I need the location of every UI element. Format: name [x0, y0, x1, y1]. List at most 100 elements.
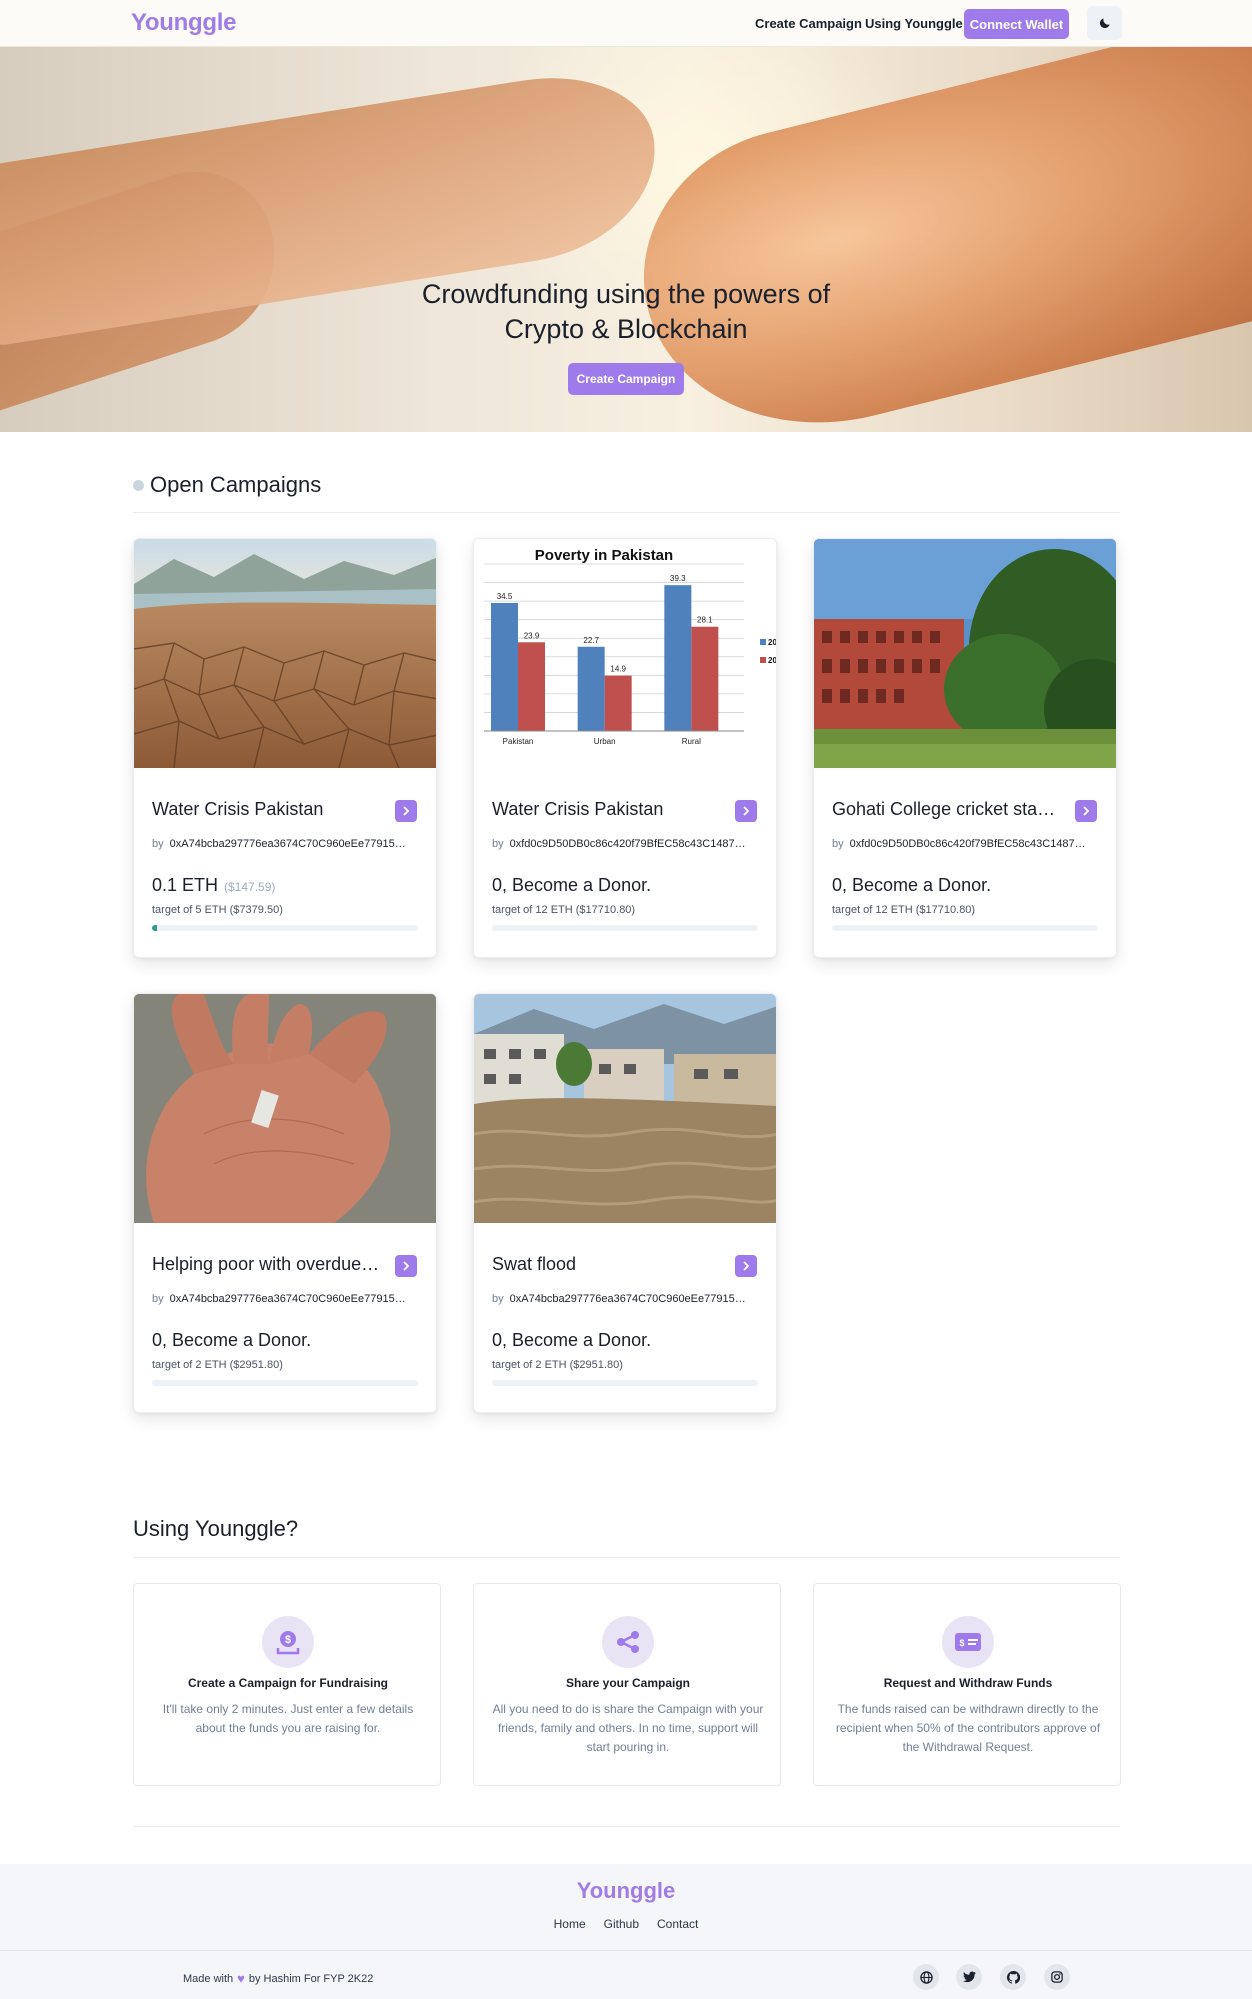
github-icon[interactable] — [1000, 1964, 1026, 1990]
open-campaigns-heading: Open Campaigns — [133, 472, 321, 498]
by-label: by — [492, 838, 504, 850]
section-divider — [133, 1557, 1120, 1558]
campaign-card[interactable]: Poverty in Pakistan 34.5 23.9 Pakistan 22.7… — [473, 538, 777, 958]
creator-address: 0xfd0c9D50DB0c86c420f79BfEC58c43C1487… — [509, 838, 746, 850]
creator-address: 0xA74bcba297776ea3674C70C960eEe77915… — [169, 1293, 406, 1305]
theme-toggle-button[interactable] — [1087, 6, 1122, 40]
chart-data-label: 28.1 — [697, 616, 713, 625]
section-divider — [133, 512, 1120, 513]
open-campaign-button[interactable] — [1075, 800, 1097, 822]
svg-text:$: $ — [959, 1638, 964, 1648]
feature-card-share: Share your Campaign All you need to do i… — [473, 1583, 781, 1786]
campaign-title[interactable]: Water Crisis Pakistan — [492, 799, 722, 820]
open-campaign-button[interactable] — [735, 1255, 757, 1277]
chart-title: Poverty in Pakistan — [535, 547, 673, 564]
twitter-icon[interactable] — [956, 1964, 982, 1990]
campaign-target: target of 12 ETH ($17710.80) — [492, 904, 636, 916]
footer-divider — [0, 1950, 1252, 1951]
chart-data-label: 39.3 — [670, 574, 686, 583]
campaign-creator: by 0xfd0c9D50DB0c86c420f79BfEC58c43C1487… — [832, 838, 1100, 850]
using-younggle-heading: Using Younggle? — [133, 1516, 299, 1541]
amount-raised: 0, Become a Donor. — [492, 1330, 652, 1350]
campaign-title[interactable]: Swat flood — [492, 1254, 722, 1275]
bullet-dot — [133, 479, 144, 491]
campaign-creator: by 0xfd0c9D50DB0c86c420f79BfEC58c43C1487… — [492, 838, 760, 850]
chart-legend-swatch — [760, 657, 766, 663]
campaign-card[interactable]: Water Crisis Pakistan by 0xA74bcba297776e… — [133, 538, 437, 958]
feature-description: All you need to do is share the Campaign… — [492, 1702, 764, 1754]
footer-link-github[interactable]: Github — [604, 1917, 639, 1931]
hero-create-campaign-button[interactable]: Create Campaign — [568, 363, 684, 395]
chevron-right-icon — [1083, 806, 1090, 816]
footer-links: Home Github Contact — [0, 1917, 1252, 1931]
nav-link-using-younggle[interactable]: Using Younggle — [865, 16, 963, 31]
nav-link-create-campaign[interactable]: Create Campaign — [755, 16, 862, 31]
hero-title-line-1: Crowdfunding using the powers of — [421, 279, 831, 309]
chart-category-label: Pakistan — [503, 737, 534, 746]
campaign-image-hand-holding-coin — [134, 994, 436, 1223]
by-label: by — [492, 1293, 504, 1305]
footer-credit: Made with ♥ by Hashim For FYP 2K22 — [183, 1971, 373, 1986]
footer-link-home[interactable]: Home — [554, 1917, 586, 1931]
open-campaign-button[interactable] — [735, 800, 757, 822]
campaign-creator: by 0xA74bcba297776ea3674C70C960eEe77915… — [152, 838, 420, 850]
campaign-target: target of 5 ETH ($7379.50) — [152, 904, 283, 916]
campaign-progress-bar — [492, 925, 758, 931]
campaign-card[interactable]: Helping poor with overdue … by 0xA74bcba2… — [133, 993, 437, 1413]
footer-brand[interactable]: Younggle — [0, 1878, 1252, 1904]
open-campaign-button[interactable] — [395, 800, 417, 822]
campaign-target: target of 2 ETH ($2951.80) — [492, 1359, 623, 1371]
campaign-amount: 0, Become a Donor. — [492, 875, 657, 896]
connect-wallet-button[interactable]: Connect Wallet — [964, 9, 1069, 39]
campaign-progress-bar — [152, 925, 418, 931]
campaign-title[interactable]: Helping poor with overdue … — [152, 1254, 382, 1275]
globe-icon[interactable] — [913, 1964, 939, 1990]
amount-raised: 0, Become a Donor. — [492, 875, 652, 895]
hero-banner: Crowdfunding using the powers of Crypto … — [0, 47, 1252, 432]
campaign-progress-bar — [492, 1380, 758, 1386]
feature-description: It'll take only 2 minutes. Just enter a … — [162, 1702, 414, 1735]
dollar-upload-icon: $ — [262, 1616, 314, 1668]
chart-legend-swatch — [760, 639, 766, 645]
instagram-icon[interactable] — [1044, 1964, 1070, 1990]
navbar: Younggle Create Campaign Using Younggle … — [0, 0, 1252, 47]
campaign-title[interactable]: Water Crisis Pakistan — [152, 799, 382, 820]
chart-data-label: 34.5 — [497, 592, 513, 601]
creator-address: 0xA74bcba297776ea3674C70C960eEe77915… — [509, 1293, 746, 1305]
hero-title-line-2: Crypto & Blockchain — [504, 314, 748, 344]
campaign-title[interactable]: Gohati College cricket stadi… — [832, 799, 1062, 820]
chart-bar — [604, 675, 632, 731]
footer-link-contact[interactable]: Contact — [657, 1917, 698, 1931]
campaign-progress-bar — [832, 925, 1098, 931]
footer: Younggle Home Github Contact Made with ♥… — [0, 1864, 1252, 1999]
chart-data-label: 22.7 — [583, 636, 599, 645]
chevron-right-icon — [743, 806, 750, 816]
creator-address: 0xA74bcba297776ea3674C70C960eEe77915… — [169, 838, 406, 850]
chart-bar — [577, 646, 605, 731]
chart-bar — [691, 626, 719, 731]
campaign-target: target of 12 ETH ($17710.80) — [832, 904, 976, 916]
campaign-creator: by 0xA74bcba297776ea3674C70C960eEe77915… — [152, 1293, 420, 1305]
campaign-image-cracked-dry-lakebed — [134, 539, 436, 768]
campaign-card[interactable]: Gohati College cricket stadi… by 0xfd0c9D… — [813, 538, 1117, 958]
by-label: by — [832, 838, 844, 850]
campaign-amount: 0, Become a Donor. — [152, 1330, 317, 1351]
feature-description: The funds raised can be withdrawn direct… — [835, 1702, 1101, 1754]
svg-text:$: $ — [285, 1634, 291, 1646]
open-campaign-button[interactable] — [395, 1255, 417, 1277]
chart-data-label: 23.9 — [524, 631, 540, 640]
credit-prefix: Made with — [183, 1972, 234, 1985]
campaign-card[interactable]: Swat flood by 0xA74bcba297776ea3674C70C96… — [473, 993, 777, 1413]
campaign-creator: by 0xA74bcba297776ea3674C70C960eEe77915… — [492, 1293, 760, 1305]
chart-bar — [518, 642, 545, 731]
chart-legend-label: 20 — [768, 638, 777, 647]
brand-logo[interactable]: Younggle — [131, 9, 236, 37]
hero-title: Crowdfunding using the powers of Crypto … — [0, 277, 1252, 347]
section-divider — [133, 1826, 1120, 1827]
campaign-progress-bar — [152, 1380, 418, 1386]
campaign-image-flood-river-town — [474, 994, 776, 1223]
campaign-amount: 0, Become a Donor. — [832, 875, 997, 896]
amount-raised: 0, Become a Donor. — [152, 1330, 312, 1350]
feature-title: Share your Campaign — [565, 1676, 691, 1690]
share-icon — [602, 1616, 654, 1668]
